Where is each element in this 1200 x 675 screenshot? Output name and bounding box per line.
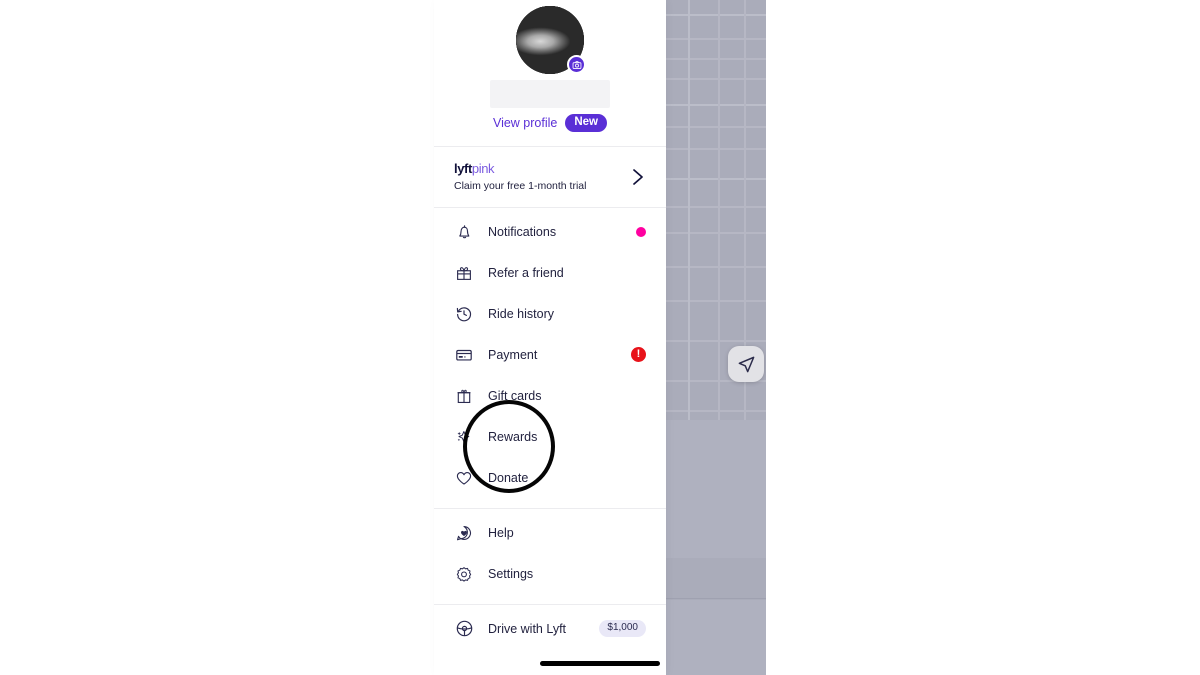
menu-item-ride-history[interactable]: Ride history (434, 293, 666, 334)
menu-item-settings[interactable]: Settings (434, 553, 666, 594)
payment-alert-badge: ! (631, 347, 646, 362)
chat-heart-icon (454, 523, 474, 543)
gift-box-icon (454, 386, 474, 406)
new-badge: New (565, 113, 608, 133)
menu-item-label: Help (488, 525, 514, 540)
menu-item-label: Payment (488, 347, 538, 362)
menu-item-notifications[interactable]: Notifications (434, 211, 666, 252)
clock-history-icon (454, 304, 474, 324)
avatar-wrapper[interactable] (516, 6, 586, 74)
notification-dot-badge (636, 226, 646, 237)
menu-item-refer-a-friend[interactable]: Refer a friend (434, 252, 666, 293)
menu-item-payment[interactable]: Payment ! (434, 334, 666, 375)
account-menu-drawer: View profile New lyftpink Claim your fre… (434, 0, 666, 675)
promo-text-block: lyftpink Claim your free 1-month trial (454, 161, 630, 192)
sparkle-icon (454, 427, 474, 447)
menu-item-rewards[interactable]: Rewards (434, 416, 666, 457)
chevron-right-icon (633, 168, 643, 185)
menu-item-label: Rewards (488, 429, 538, 444)
menu-item-label: Gift cards (488, 388, 542, 403)
menu-item-label: Ride history (488, 306, 554, 321)
steering-wheel-icon (454, 619, 474, 639)
menu-item-donate[interactable]: Donate (434, 457, 666, 498)
screenshot-root: ariposa Ave Ave E Grand Ave anklin Ave l… (0, 0, 1200, 675)
menu-item-label: Refer a friend (488, 265, 564, 280)
camera-icon (572, 60, 581, 69)
menu-item-label: Notifications (488, 224, 557, 239)
profile-links: View profile New (493, 112, 608, 134)
menu-group-main: Notifications Refer a friend Ride histor… (434, 208, 666, 502)
heart-icon (454, 468, 474, 488)
promo-subtitle: Claim your free 1-month trial (454, 180, 587, 192)
menu-item-label: Drive with Lyft (488, 621, 567, 636)
profile-header: View profile New (434, 0, 666, 134)
menu-item-label: Settings (488, 566, 534, 581)
bell-icon (454, 222, 474, 242)
menu-item-drive-with-lyft[interactable]: Drive with Lyft $1,000 (434, 608, 666, 649)
driver-bonus-badge: $1,000 (599, 620, 646, 637)
lyft-wordmark: lyft (454, 161, 472, 176)
edit-avatar-button[interactable] (567, 55, 586, 74)
menu-item-label: Donate (488, 470, 529, 485)
menu-item-gift-cards[interactable]: Gift cards (434, 375, 666, 416)
home-indicator (540, 661, 660, 666)
lyft-pink-logo: lyftpink (454, 161, 630, 176)
pink-wordmark: pink (471, 161, 495, 176)
gear-icon (454, 564, 474, 584)
menu-group-driver: Drive with Lyft $1,000 (434, 605, 666, 653)
menu-group-support: Help Settings (434, 509, 666, 598)
lyft-pink-promo-row[interactable]: lyftpink Claim your free 1-month trial (434, 147, 666, 207)
user-name-redacted (490, 80, 610, 108)
menu-item-help[interactable]: Help (434, 512, 666, 553)
credit-card-icon (454, 345, 474, 365)
view-profile-link[interactable]: View profile (493, 116, 557, 130)
gift-icon (454, 263, 474, 283)
